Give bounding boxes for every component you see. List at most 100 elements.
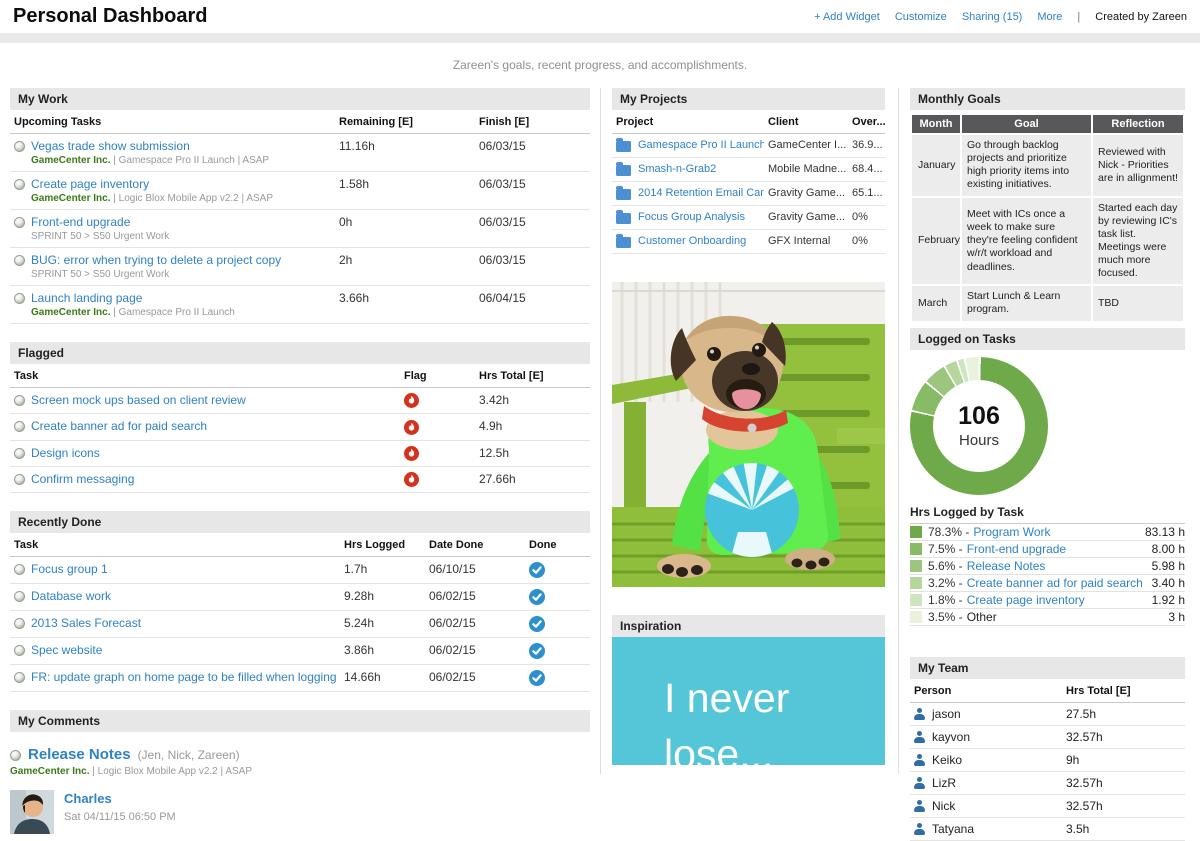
done-check-icon[interactable] [529, 670, 545, 686]
task-status-icon [14, 645, 25, 656]
task-link[interactable]: Create banner ad for paid search [31, 419, 207, 433]
task-link[interactable]: Spec website [31, 643, 102, 657]
flag-icon[interactable] [404, 393, 419, 408]
overall-value: 0% [848, 206, 885, 230]
monthly-goals-header: Monthly Goals [910, 88, 1185, 110]
my-team-widget: My Team Person Hrs Total [E] jason 27.5h [910, 657, 1185, 841]
breadcrumb-client: GameCenter Inc. [31, 155, 110, 166]
task-link[interactable]: Vegas trade show submission [31, 139, 190, 153]
customize-button[interactable]: Customize [895, 11, 947, 23]
task-link[interactable]: FR: update graph on home page to be fill… [31, 670, 340, 684]
flag-icon[interactable] [404, 420, 419, 435]
overall-value: 68.4... [848, 158, 885, 182]
task-status-icon [14, 217, 25, 228]
task-link[interactable]: Screen mock ups based on client review [31, 393, 246, 407]
month-value: March [911, 285, 961, 321]
task-link[interactable]: Database work [31, 589, 111, 603]
project-link[interactable]: Gamespace Pro II Launch [638, 139, 764, 151]
legend-row: 78.3% - Program Work 83.13 h [910, 524, 1185, 541]
col-task[interactable]: Task [10, 533, 340, 557]
col-overall[interactable]: Over... [848, 110, 885, 134]
col-task[interactable]: Task [10, 364, 400, 388]
legend-task-link[interactable]: Create banner ad for paid search [967, 576, 1143, 590]
header-divider-band [0, 33, 1200, 43]
top-bar-actions: + Add Widget Customize Sharing (15) More… [814, 11, 1187, 23]
task-link[interactable]: BUG: error when trying to delete a proje… [31, 253, 281, 267]
col-hrs-total[interactable]: Hrs Total [E] [475, 364, 590, 388]
finish-date: 06/03/15 [475, 210, 590, 248]
project-link[interactable]: Focus Group Analysis [638, 211, 745, 223]
sharing-button[interactable]: Sharing (15) [962, 11, 1023, 23]
middle-column: My Projects Project Client Over... Games… [612, 88, 885, 765]
task-link[interactable]: Create page inventory [31, 177, 149, 191]
project-link[interactable]: Smash-n-Grab2 [638, 163, 716, 175]
breadcrumb-client: GameCenter Inc. [10, 766, 89, 777]
legend-task-link[interactable]: Program Work [973, 525, 1050, 539]
task-link[interactable]: Confirm messaging [31, 472, 134, 486]
col-hrs-logged[interactable]: Hrs Logged [340, 533, 425, 557]
project-link[interactable]: 2014 Retention Email Camp... [638, 187, 764, 199]
hours-donut-chart: 106 Hours [910, 357, 1048, 495]
flagged-header: Flagged [10, 342, 590, 364]
col-flag[interactable]: Flag [400, 364, 475, 388]
comment-task-link[interactable]: Release Notes [28, 746, 131, 763]
col-project[interactable]: Project [612, 110, 764, 134]
table-row: Confirm messaging 27.66h [10, 466, 590, 492]
col-person[interactable]: Person [910, 679, 1062, 703]
recently-done-widget: Recently Done Task Hrs Logged Date Done … [10, 511, 590, 692]
logged-on-tasks-header: Logged on Tasks [910, 328, 1185, 350]
task-status-icon [14, 564, 25, 575]
legend-task-link[interactable]: Front-end upgrade [967, 542, 1066, 556]
flag-icon[interactable] [404, 446, 419, 461]
more-button[interactable]: More [1037, 11, 1062, 23]
remaining-value: 0h [335, 210, 475, 248]
comment-author-link[interactable]: Charles [64, 791, 112, 806]
task-status-icon [14, 448, 25, 459]
task-link[interactable]: Front-end upgrade [31, 215, 130, 229]
table-row: Create banner ad for paid search 4.9h [10, 414, 590, 440]
legend-swatch [910, 611, 922, 623]
done-check-icon[interactable] [529, 616, 545, 632]
client-value: Gravity Game... [764, 182, 848, 206]
col-done[interactable]: Done [525, 533, 590, 557]
task-status-icon [14, 618, 25, 629]
done-check-icon[interactable] [529, 643, 545, 659]
my-work-header: My Work [10, 88, 590, 110]
dashboard-subtitle: Zareen's goals, recent progress, and acc… [0, 43, 1200, 72]
col-finish[interactable]: Finish [E] [475, 110, 590, 134]
project-link[interactable]: Customer Onboarding [638, 235, 746, 247]
breadcrumb-client: GameCenter Inc. [31, 307, 110, 318]
table-row: LizR 32.57h [910, 771, 1185, 794]
col-hrs-total[interactable]: Hrs Total [E] [1062, 679, 1185, 703]
col-reflection: Reflection [1092, 114, 1184, 134]
comment-item: Release Notes (Jen, Nick, Zareen) GameCe… [10, 732, 590, 834]
my-comments-widget: My Comments Release Notes (Jen, Nick, Za… [10, 710, 590, 834]
task-link[interactable]: Launch landing page [31, 291, 142, 305]
col-client[interactable]: Client [764, 110, 848, 134]
legend-row: 3.5% - Other 3 h [910, 609, 1185, 626]
legend-hours: 83.13 h [1145, 525, 1185, 539]
legend-hours: 3.40 h [1152, 576, 1185, 590]
finish-date: 06/03/15 [475, 248, 590, 286]
done-check-icon[interactable] [529, 589, 545, 605]
legend-task-link[interactable]: Create page inventory [967, 593, 1085, 607]
col-upcoming-tasks[interactable]: Upcoming Tasks [10, 110, 335, 134]
table-row: March Start Lunch & Learn program. TBD [911, 285, 1184, 321]
task-link[interactable]: 2013 Sales Forecast [31, 616, 141, 630]
date-done-value: 06/02/15 [425, 611, 525, 638]
task-link[interactable]: Focus group 1 [31, 562, 108, 576]
breadcrumb-client: GameCenter Inc. [31, 193, 110, 204]
person-name: Tatyana [932, 822, 974, 836]
add-widget-button[interactable]: + Add Widget [814, 11, 880, 23]
total-hours-label: Hours [959, 432, 999, 449]
legend-hours: 5.98 h [1152, 559, 1185, 573]
col-date-done[interactable]: Date Done [425, 533, 525, 557]
table-row: February Meet with ICs once a week to ma… [911, 197, 1184, 286]
col-remaining[interactable]: Remaining [E] [335, 110, 475, 134]
done-check-icon[interactable] [529, 562, 545, 578]
person-icon [914, 823, 925, 835]
table-row: Launch landing page GameCenter Inc. | Ga… [10, 286, 590, 324]
task-link[interactable]: Design icons [31, 446, 100, 460]
legend-task-link[interactable]: Release Notes [967, 559, 1046, 573]
flag-icon[interactable] [404, 472, 419, 487]
